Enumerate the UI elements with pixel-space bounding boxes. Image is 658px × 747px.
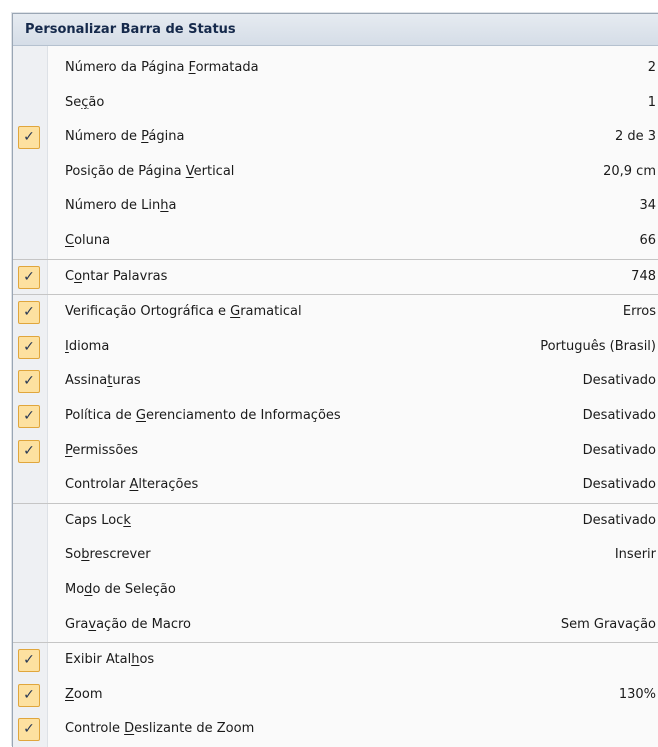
menu-item[interactable]: ✓ Número de Página 2 de 3 xyxy=(13,120,658,155)
menu-item-value: 1 xyxy=(647,94,656,110)
checkmark-icon: ✓ xyxy=(18,301,40,325)
menu-item[interactable]: Posição de Página Vertical 20,9 cm xyxy=(13,155,658,190)
menu-item-label: Posição de Página Vertical xyxy=(65,163,235,179)
access-key: C xyxy=(65,232,75,248)
checkmark-icon: ✓ xyxy=(18,370,40,394)
menu-item-label: Seção xyxy=(65,94,105,110)
checkmark-icon: ✓ xyxy=(18,335,40,359)
checkmark-icon: ✓ xyxy=(18,404,40,428)
menu-item-value: Erros xyxy=(622,304,656,320)
menu-item-label: Modo de Seleção xyxy=(65,581,176,597)
menu-item-label: Controlar Alterações xyxy=(65,477,199,493)
menu-item-value: 66 xyxy=(639,232,656,248)
menu-item-label: Número de Linha xyxy=(65,198,177,214)
access-key: Z xyxy=(65,686,74,702)
customize-status-bar-menu: Personalizar Barra de Status Número da P… xyxy=(12,13,658,747)
checkmark-icon: ✓ xyxy=(18,683,40,707)
menu-item[interactable]: ✓ Zoom 130% xyxy=(13,678,658,713)
menu-item-value: Desativado xyxy=(582,442,656,458)
menu-item[interactable]: Modo de Seleção xyxy=(13,573,658,608)
menu-title: Personalizar Barra de Status xyxy=(13,14,658,46)
menu-item[interactable]: Número de Linha 34 xyxy=(13,189,658,224)
menu-item-label: Caps Lock xyxy=(65,512,131,528)
menu-item[interactable]: Controlar Alterações Desativado xyxy=(13,468,658,503)
menu-item-label: Gravação de Macro xyxy=(65,616,191,632)
access-key: F xyxy=(188,60,196,75)
menu-item-value: Desativado xyxy=(582,477,656,493)
menu-item[interactable]: Coluna 66 xyxy=(13,224,658,259)
access-key: V xyxy=(185,163,194,179)
menu-item-value: 2 de 3 xyxy=(614,129,656,145)
menu-item-label: Número da Página Formatada xyxy=(65,60,259,75)
menu-item-label: Controle Deslizante de Zoom xyxy=(65,721,255,737)
access-key: h xyxy=(160,198,169,214)
menu-item-value: Desativado xyxy=(582,407,656,423)
menu-item[interactable]: ✓ Política de Gerenciamento de Informaçõe… xyxy=(13,399,658,434)
menu-item-label: Assinaturas xyxy=(65,373,141,389)
menu-item[interactable]: ✓ Contar Palavras 748 xyxy=(13,258,658,295)
menu-item[interactable]: ✓ Idioma Português (Brasil) xyxy=(13,330,658,365)
menu-item-value: Inserir xyxy=(614,547,656,563)
menu-item-value: Desativado xyxy=(582,512,656,528)
menu-item-value: 20,9 cm xyxy=(603,163,656,179)
menu-item-value: 2 xyxy=(647,60,656,75)
menu-item[interactable]: Caps Lock Desativado xyxy=(13,502,658,539)
access-key: k xyxy=(123,512,131,528)
menu-item[interactable]: Gravação de Macro Sem Gravação xyxy=(13,608,658,643)
checkmark-icon: ✓ xyxy=(18,126,40,150)
menu-item[interactable]: ✓ Verificação Ortográfica e Gramatical Err… xyxy=(13,294,658,330)
menu-item-label: Permissões xyxy=(65,442,139,458)
menu-item-value: 34 xyxy=(639,198,656,214)
menu-item-value: Sem Gravação xyxy=(560,616,656,632)
access-key: A xyxy=(129,477,139,493)
access-key: v xyxy=(88,616,97,632)
menu-item-label: Verificação Ortográfica e Gramatical xyxy=(65,304,302,320)
menu-item-label: Sobrescrever xyxy=(65,547,151,563)
menu-item-label: Idioma xyxy=(65,338,110,354)
access-key: D xyxy=(124,721,135,737)
menu-item-value: Português (Brasil) xyxy=(540,338,656,354)
menu-item-value: Desativado xyxy=(582,373,656,389)
menu-item[interactable]: Sobrescrever Inserir xyxy=(13,538,658,573)
menu-item-value: 748 xyxy=(631,268,656,284)
menu-item-label: Zoom xyxy=(65,686,103,702)
checkmark-icon: ✓ xyxy=(18,649,40,673)
checkmark-icon: ✓ xyxy=(18,439,40,463)
checkmark-icon: ✓ xyxy=(18,718,40,742)
menu-item-label: Contar Palavras xyxy=(65,268,168,284)
access-key: o xyxy=(74,268,83,284)
menu-item-value: 130% xyxy=(618,686,656,702)
menu-item-label: Coluna xyxy=(65,232,111,248)
menu-item[interactable]: Número da Página Formatada 2 xyxy=(13,51,658,86)
menu-item[interactable]: ✓ Assinaturas Desativado xyxy=(13,364,658,399)
menu-item-label: Número de Página xyxy=(65,129,185,145)
menu-items: Número da Página Formatada 2 Seção 1 ✓ Número… xyxy=(13,51,658,747)
menu-item[interactable]: Seção 1 xyxy=(13,86,658,121)
menu-item[interactable]: ✓ Exibir Atalhos xyxy=(13,642,658,678)
menu-item[interactable]: ✓ Permissões Desativado xyxy=(13,434,658,469)
access-key: G xyxy=(230,304,241,320)
menu-item[interactable]: ✓ Controle Deslizante de Zoom xyxy=(13,712,658,747)
access-key: G xyxy=(135,407,146,423)
checkmark-icon: ✓ xyxy=(18,265,40,289)
menu-item-label: Exibir Atalhos xyxy=(65,652,155,668)
menu-item-label: Política de Gerenciamento de Informações xyxy=(65,407,341,423)
